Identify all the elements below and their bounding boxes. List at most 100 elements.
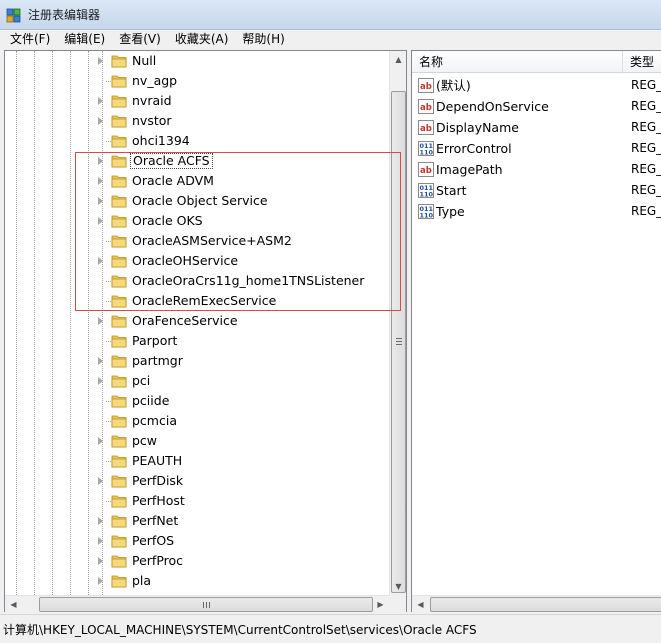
expand-arrow-icon[interactable] [98,577,103,585]
tree-item[interactable]: PerfProc [5,551,389,571]
expand-arrow-icon[interactable] [98,517,103,525]
registry-key-tree[interactable]: Null nv_agpnvraid nvstor ohci1394 Oracle ACF… [4,50,407,612]
tree-item-label[interactable]: nvraid [130,93,174,109]
tree-item-label[interactable]: PerfOS [130,533,176,549]
tree-item-label[interactable]: Oracle ACFS [130,153,213,169]
tree-item-label[interactable]: partmgr [130,353,185,369]
registry-values-list[interactable]: 名称 类型 ab (默认) REG_ ab DependOnService REG_ ab D… [411,50,661,612]
tree-item-label[interactable]: pci [130,373,152,389]
tree-item-label[interactable]: PerfProc [130,553,185,569]
tree-item[interactable]: OracleOraCrs11g_home1TNSListener [5,271,389,291]
tree-item-label[interactable]: Null [130,53,158,69]
tree-item-label[interactable]: nvstor [130,113,174,129]
tree-item[interactable]: nvraid [5,91,389,111]
expand-arrow-icon[interactable] [98,177,103,185]
tree-item[interactable]: Oracle ACFS [5,151,389,171]
tree-item[interactable]: OraFenceService [5,311,389,331]
value-name: (默认) [436,78,471,93]
expand-arrow-icon[interactable] [98,217,103,225]
tree-item-label[interactable]: pla [130,573,153,589]
tree-item[interactable]: OracleRemExecService [5,291,389,311]
value-row[interactable]: ab DependOnService REG_ [412,96,661,117]
tree-item[interactable]: Null [5,51,389,71]
tree-item-label[interactable]: Parport [130,333,179,349]
tree-item[interactable]: PerfDisk [5,471,389,491]
tree-item[interactable]: Oracle Object Service [5,191,389,211]
tree-item-label[interactable]: pcw [130,433,159,449]
tree-item-label[interactable]: Oracle OKS [130,213,205,229]
tree-horizontal-scrollbar[interactable]: ◀ ▶ [5,595,389,612]
expand-arrow-icon[interactable] [98,197,103,205]
tree-item-label[interactable]: OracleASMService+ASM2 [130,233,294,249]
expand-arrow-icon[interactable] [98,537,103,545]
expand-arrow-icon[interactable] [98,317,103,325]
tree-item[interactable]: nvstor [5,111,389,131]
menu-help[interactable]: 帮助(H) [235,30,291,49]
tree-vertical-scrollbar[interactable]: ▲ ▼ [389,51,406,595]
scroll-right-button[interactable]: ▶ [372,596,389,613]
tree-item[interactable]: pcw [5,431,389,451]
menu-view[interactable]: 查看(V) [112,30,168,49]
expand-arrow-icon[interactable] [98,357,103,365]
horizontal-scroll-thumb[interactable] [430,597,661,612]
values-horizontal-scrollbar[interactable]: ◀ [412,595,661,612]
tree-item[interactable]: Parport [5,331,389,351]
tree-item-label[interactable]: Oracle Object Service [130,193,270,209]
tree-item-label[interactable]: OracleOHService [130,253,240,269]
tree-item[interactable]: PerfNet [5,511,389,531]
tree-item-label[interactable]: OracleOraCrs11g_home1TNSListener [130,273,366,289]
menu-favorites[interactable]: 收藏夹(A) [168,30,236,49]
tree-item[interactable]: PEAUTH [5,451,389,471]
tree-item-label[interactable]: ohci1394 [130,133,192,149]
tree-item[interactable]: pcmcia [5,411,389,431]
tree-item[interactable]: PerfOS [5,531,389,551]
vertical-scroll-thumb[interactable] [391,91,406,593]
tree-item-label[interactable]: PerfNet [130,513,180,529]
value-row[interactable]: 011 110 Type REG_ [412,201,661,222]
menu-file[interactable]: 文件(F) [3,30,57,49]
value-type: REG_ [631,99,661,113]
expand-arrow-icon[interactable] [98,117,103,125]
value-row[interactable]: 011 110 ErrorControl REG_ [412,138,661,159]
tree-item[interactable]: nv_agp [5,71,389,91]
scroll-up-button[interactable]: ▲ [390,51,407,68]
value-row[interactable]: ab (默认) REG_ [412,75,661,96]
value-row[interactable]: 011 110 Start REG_ [412,180,661,201]
tree-item-label[interactable]: Oracle ADVM [130,173,216,189]
column-header-name[interactable]: 名称 [412,51,443,73]
tree-item[interactable]: ohci1394 [5,131,389,151]
scroll-down-button[interactable]: ▼ [390,578,407,595]
scroll-left-button[interactable]: ◀ [5,596,22,613]
tree-item-label[interactable]: OraFenceService [130,313,240,329]
tree-item[interactable]: Oracle OKS [5,211,389,231]
horizontal-scroll-thumb[interactable] [39,597,373,612]
expand-arrow-icon[interactable] [98,57,103,65]
expand-arrow-icon[interactable] [98,257,103,265]
value-row[interactable]: ab DisplayName REG_ [412,117,661,138]
tree-item[interactable]: PerfHost [5,491,389,511]
tree-item-label[interactable]: pciide [130,393,171,409]
tree-item-label[interactable]: PerfDisk [130,473,185,489]
value-row[interactable]: ab ImagePath REG_ [412,159,661,180]
tree-item-label[interactable]: PEAUTH [130,453,184,469]
expand-arrow-icon[interactable] [98,477,103,485]
tree-item[interactable]: OracleASMService+ASM2 [5,231,389,251]
tree-item[interactable]: partmgr [5,351,389,371]
tree-item-label[interactable]: PerfHost [130,493,187,509]
expand-arrow-icon[interactable] [98,557,103,565]
tree-item[interactable]: OracleOHService [5,251,389,271]
expand-arrow-icon[interactable] [98,437,103,445]
expand-arrow-icon[interactable] [98,377,103,385]
tree-item-label[interactable]: OracleRemExecService [130,293,278,309]
expand-arrow-icon[interactable] [98,157,103,165]
tree-item[interactable]: pci [5,371,389,391]
menu-edit[interactable]: 编辑(E) [57,30,112,49]
tree-item-label[interactable]: pcmcia [130,413,179,429]
expand-arrow-icon[interactable] [98,97,103,105]
scroll-left-button[interactable]: ◀ [412,596,429,613]
tree-item[interactable]: pciide [5,391,389,411]
column-header-type[interactable]: 类型 [623,51,654,73]
tree-item-label[interactable]: nv_agp [130,73,179,89]
tree-item[interactable]: Oracle ADVM [5,171,389,191]
tree-item[interactable]: pla [5,571,389,591]
